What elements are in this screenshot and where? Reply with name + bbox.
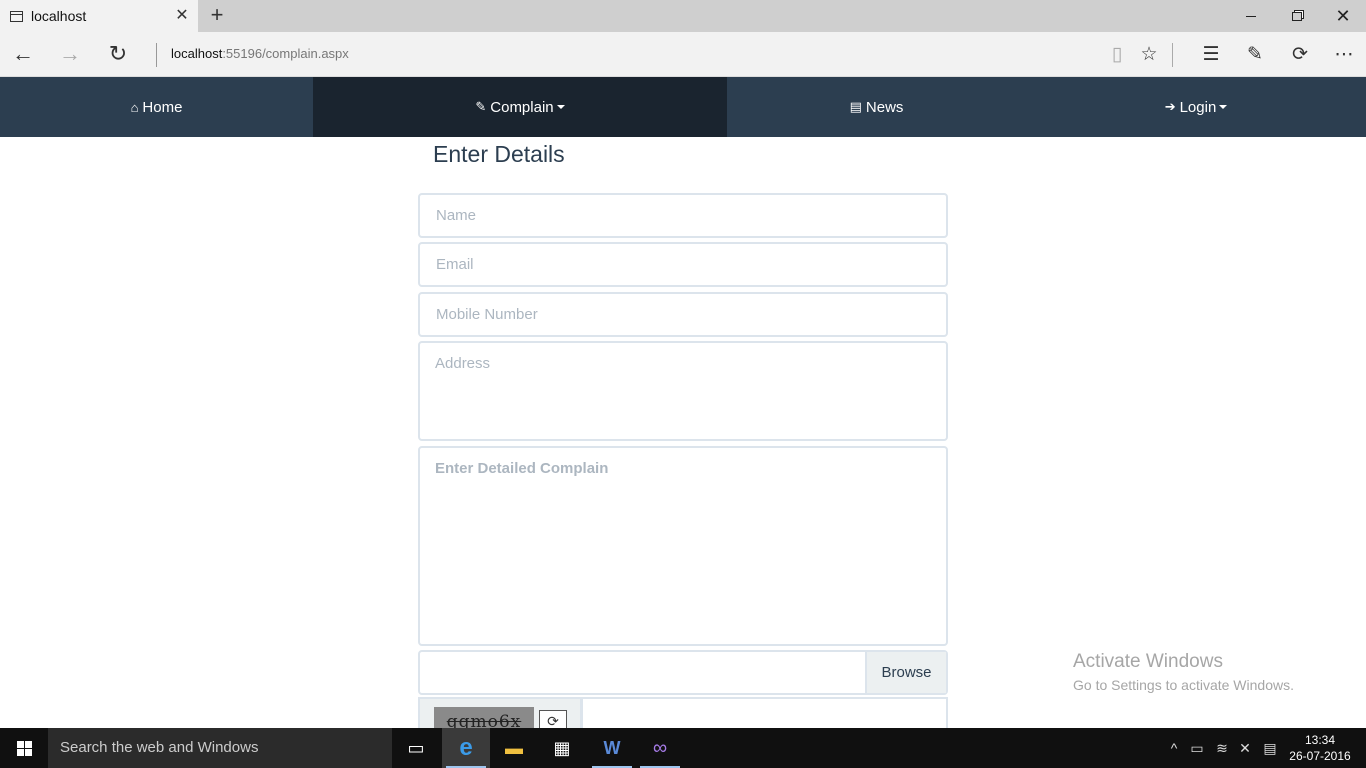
watermark-line2: Go to Settings to activate Windows. bbox=[1073, 677, 1294, 693]
edit-icon: ✎ bbox=[475, 99, 487, 114]
toolbar-separator bbox=[1172, 43, 1173, 67]
nav-login-label: Login bbox=[1179, 98, 1217, 116]
form-heading: Enter Details bbox=[433, 141, 565, 167]
complain-textarea[interactable] bbox=[418, 446, 948, 646]
sign-in-icon: ➔ bbox=[1164, 99, 1176, 114]
caret-down-icon bbox=[1219, 105, 1228, 109]
nav-home-label: Home bbox=[142, 98, 183, 116]
name-input[interactable] bbox=[418, 193, 948, 238]
url-host: localhost bbox=[171, 46, 223, 61]
hub-icon[interactable]: ☰ bbox=[1197, 41, 1225, 69]
close-window-button[interactable]: ✕ bbox=[1320, 0, 1366, 32]
clock-date: 26-07-2016 bbox=[1289, 749, 1351, 763]
home-icon: ⌂ bbox=[130, 99, 139, 115]
maximize-button[interactable] bbox=[1274, 0, 1320, 32]
browse-button[interactable]: Browse bbox=[865, 652, 946, 693]
page-icon bbox=[10, 10, 23, 22]
notifications-icon[interactable]: ▤ bbox=[1258, 728, 1282, 768]
back-button[interactable]: ← bbox=[8, 40, 38, 70]
clock-time: 13:34 bbox=[1304, 733, 1336, 747]
email-input[interactable] bbox=[418, 242, 948, 287]
address-textarea[interactable] bbox=[418, 341, 948, 441]
captcha-input[interactable] bbox=[581, 697, 948, 728]
windows-logo-icon bbox=[16, 740, 32, 756]
site-navbar: ⌂ Home ✎ Complain ▤ News ➔ Login bbox=[0, 77, 1366, 137]
nav-home[interactable]: ⌂ Home bbox=[0, 77, 313, 137]
word-icon[interactable]: W bbox=[588, 728, 636, 768]
visual-studio-icon[interactable]: ∞ bbox=[636, 728, 684, 768]
favorite-star-icon[interactable]: ☆ bbox=[1135, 41, 1163, 69]
clock[interactable]: 13:34 26-07-2016 bbox=[1282, 728, 1358, 768]
activate-windows-watermark: Activate Windows Go to Settings to activ… bbox=[1073, 651, 1294, 693]
wifi-icon[interactable]: ≋ bbox=[1210, 728, 1234, 768]
web-note-icon[interactable]: ✎ bbox=[1241, 41, 1269, 69]
newspaper-icon: ▤ bbox=[849, 99, 862, 114]
taskbar: Search the web and Windows ▭ e ▬ ▦ W ∞ ^… bbox=[0, 728, 1366, 768]
captcha-box: qqmo6x ⟳ bbox=[418, 697, 582, 728]
edge-icon[interactable]: e bbox=[442, 728, 490, 768]
nav-news[interactable]: ▤ News bbox=[727, 77, 1026, 137]
more-icon[interactable]: ⋯ bbox=[1330, 41, 1358, 69]
volume-mute-icon[interactable]: ✕ bbox=[1234, 728, 1256, 768]
new-tab-button[interactable]: + bbox=[205, 4, 229, 28]
browser-tab-bar: localhost ✕ + ✕ bbox=[0, 0, 1366, 32]
chevron-up-icon[interactable]: ^ bbox=[1164, 728, 1184, 768]
address-bar: ← → ↻ localhost:55196/complain.aspx ▯ ☆ … bbox=[0, 32, 1366, 77]
nav-complain-label: Complain bbox=[490, 98, 554, 116]
task-view-icon[interactable]: ▭ bbox=[392, 728, 440, 768]
start-button[interactable] bbox=[0, 728, 48, 768]
nav-complain[interactable]: ✎ Complain bbox=[313, 77, 727, 137]
share-icon[interactable]: ⟳ bbox=[1286, 41, 1314, 69]
close-tab-icon[interactable]: ✕ bbox=[172, 6, 192, 26]
captcha-image: qqmo6x bbox=[434, 707, 534, 728]
refresh-button[interactable]: ↻ bbox=[103, 40, 133, 70]
mobile-input[interactable] bbox=[418, 292, 948, 337]
file-upload-field[interactable]: Browse bbox=[418, 650, 948, 695]
tab-title: localhost bbox=[31, 8, 87, 24]
file-explorer-icon[interactable]: ▬ bbox=[490, 728, 538, 768]
url-field[interactable]: localhost:55196/complain.aspx bbox=[171, 46, 349, 61]
nav-news-label: News bbox=[865, 98, 904, 116]
nav-login[interactable]: ➔ Login bbox=[1026, 77, 1366, 137]
battery-icon[interactable]: ▭ bbox=[1186, 728, 1208, 768]
minimize-button[interactable] bbox=[1228, 0, 1274, 32]
captcha-refresh-icon[interactable]: ⟳ bbox=[539, 710, 567, 728]
caret-down-icon bbox=[556, 105, 565, 109]
store-icon[interactable]: ▦ bbox=[538, 728, 586, 768]
address-separator bbox=[156, 43, 157, 67]
url-path: :55196/complain.aspx bbox=[222, 46, 349, 61]
watermark-line1: Activate Windows bbox=[1073, 651, 1223, 672]
restore-icon bbox=[1292, 11, 1302, 21]
forward-button[interactable]: → bbox=[55, 40, 85, 70]
taskbar-search[interactable]: Search the web and Windows bbox=[48, 728, 392, 768]
minimize-icon bbox=[1246, 15, 1256, 17]
browser-tab[interactable]: localhost ✕ bbox=[0, 0, 198, 32]
reading-view-icon[interactable]: ▯ bbox=[1103, 41, 1131, 69]
